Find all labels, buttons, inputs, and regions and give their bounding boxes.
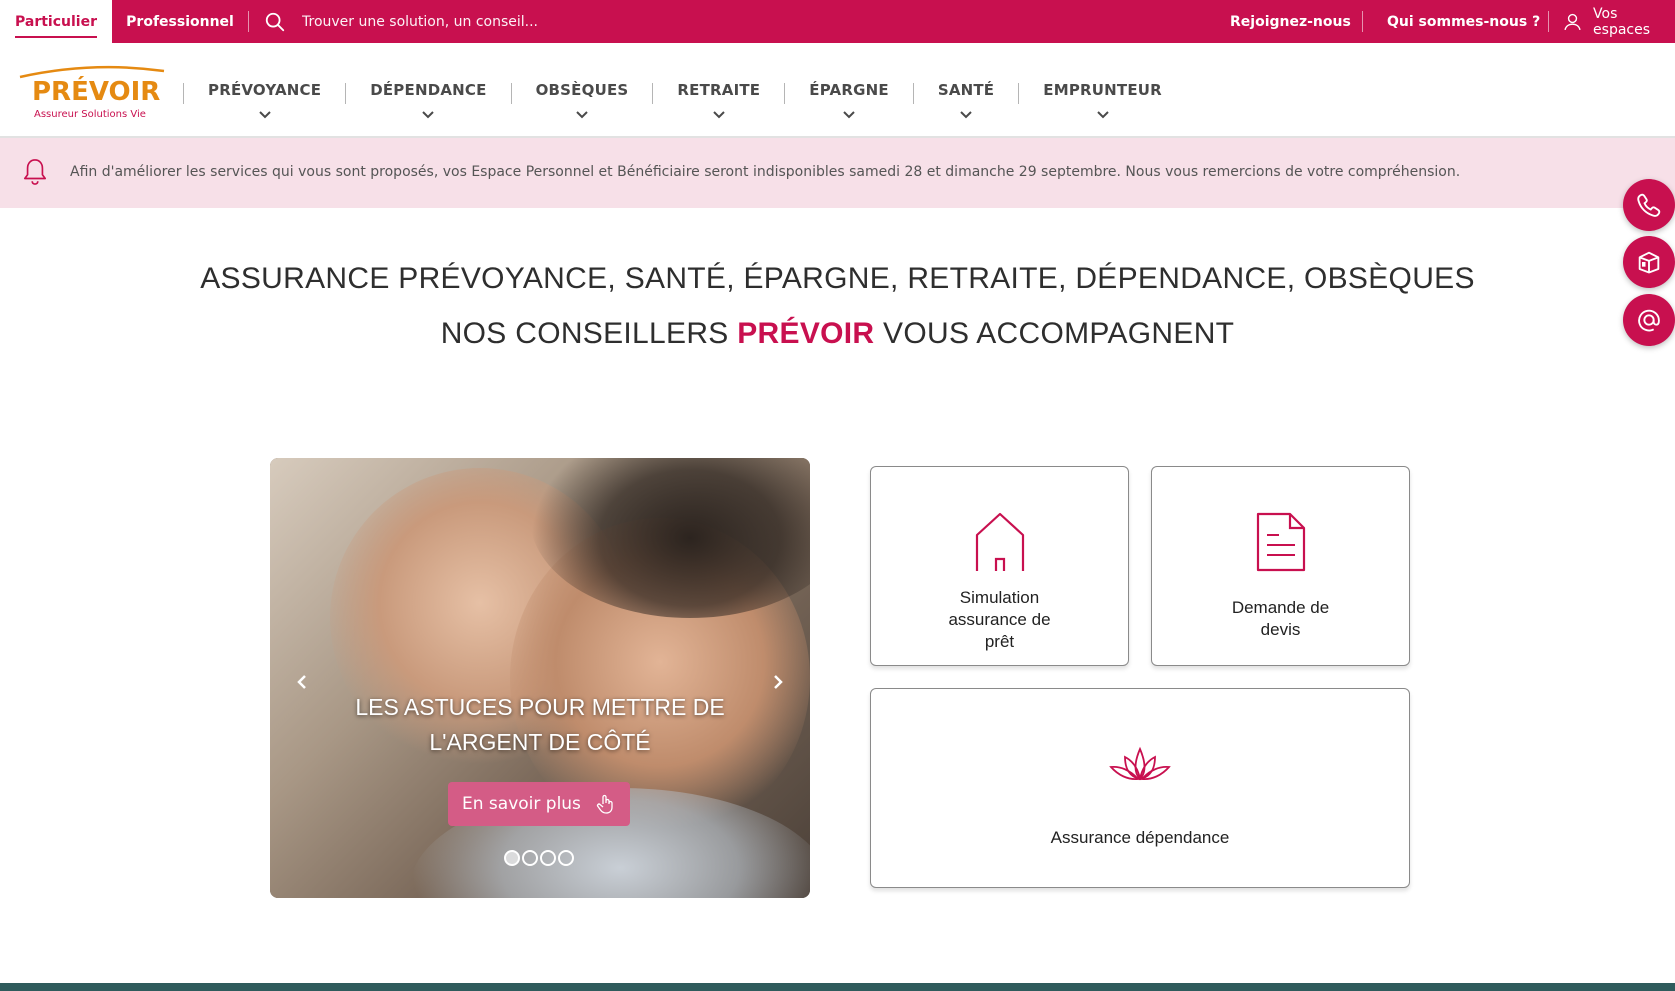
card-label-line: assurance de: [948, 610, 1051, 629]
logo-subtitle: Assureur Solutions Vie: [34, 109, 146, 120]
logo-wordmark: PRÉVOIR: [32, 77, 161, 107]
card-label-line: Simulation: [959, 588, 1040, 607]
search-input[interactable]: [302, 13, 662, 30]
tab-particulier[interactable]: Particulier: [0, 0, 112, 43]
en-savoir-plus-button[interactable]: En savoir plus: [448, 782, 630, 826]
vos-espaces-link[interactable]: Vos espaces: [1562, 0, 1675, 43]
chevron-down-icon: [576, 111, 588, 119]
promo-carousel[interactable]: LES ASTUCES POUR METTRE DE L'ARGENT DE C…: [270, 458, 810, 898]
nav-item-dependance[interactable]: DÉPENDANCE: [346, 43, 510, 136]
alert-message: Afin d'améliorer les services qui vous s…: [70, 164, 1461, 180]
carousel-title-line: L'ARGENT DE CÔTÉ: [429, 729, 651, 755]
nav-item-label: RETRAITE: [677, 81, 761, 99]
nav-item-retraite[interactable]: RETRAITE: [653, 43, 784, 136]
carousel-dot[interactable]: [540, 850, 556, 866]
carousel-title: LES ASTUCES POUR METTRE DE L'ARGENT DE C…: [270, 690, 810, 760]
qui-sommes-nous-link[interactable]: Qui sommes-nous ?: [1387, 0, 1540, 43]
chevron-left-icon: [297, 675, 306, 689]
nav-item-label: SANTÉ: [937, 81, 995, 99]
nav-item-prevoyance[interactable]: PRÉVOYANCE: [184, 43, 345, 136]
nav-item-sante[interactable]: SANTÉ: [914, 43, 1018, 136]
nav-item-epargne[interactable]: ÉPARGNE: [785, 43, 913, 136]
nav-item-label: OBSÈQUES: [535, 81, 629, 99]
main-header: PRÉVOIR Assureur Solutions Vie PRÉVOYANC…: [0, 43, 1675, 138]
phone-button[interactable]: [1623, 179, 1675, 231]
chevron-down-icon: [960, 111, 972, 119]
card-demande-devis[interactable]: Demande de devis: [1151, 466, 1410, 666]
carousel-dots: [504, 850, 574, 866]
card-label-line: Demande de: [1231, 598, 1330, 617]
chevron-down-icon: [258, 111, 271, 119]
phone-icon: [1637, 193, 1661, 217]
cta-label: En savoir plus: [462, 794, 581, 814]
chevron-down-icon: [422, 111, 435, 119]
vos-espaces-label: Vos espaces: [1593, 5, 1651, 38]
card-assurance-dependance[interactable]: Assurance dépendance: [870, 688, 1410, 888]
nav-item-obseques[interactable]: OBSÈQUES: [512, 43, 653, 136]
prevoir-logo[interactable]: PRÉVOIR Assureur Solutions Vie: [18, 63, 166, 123]
chevron-down-icon: [1096, 111, 1109, 119]
headline-line-1: ASSURANCE PRÉVOYANCE, SANTÉ, ÉPARGNE, RE…: [200, 262, 1475, 295]
main-nav: PRÉVOYANCE DÉPENDANCE OBSÈQUES RETRAITE …: [183, 43, 1186, 136]
tab-particulier-label: Particulier: [15, 14, 97, 38]
house-icon: [975, 512, 1024, 571]
pointer-hand-icon: [596, 794, 613, 814]
document-icon: [1256, 512, 1305, 572]
chevron-down-icon: [713, 111, 725, 119]
nav-item-label: ÉPARGNE: [809, 81, 889, 99]
nav-item-label: DÉPENDANCE: [370, 81, 487, 99]
search-icon[interactable]: [264, 11, 286, 33]
headline-line-2: NOS CONSEILLERS PRÉVOIR VOUS ACCOMPAGNEN…: [0, 317, 1675, 351]
headline-post: VOUS ACCOMPAGNENT: [883, 317, 1235, 350]
card-label: Assurance dépendance: [1050, 828, 1230, 847]
nav-item-emprunteur[interactable]: EMPRUNTEUR: [1019, 43, 1186, 136]
alert-banner: Afin d'améliorer les services qui vous s…: [0, 138, 1675, 208]
carousel-dot[interactable]: [522, 850, 538, 866]
divider: [1548, 11, 1549, 32]
card-label: Demande de devis: [1232, 597, 1329, 641]
carousel-dot[interactable]: [558, 850, 574, 866]
rejoignez-nous-link[interactable]: Rejoignez-nous: [1230, 0, 1351, 43]
card-simulation-pret[interactable]: Simulation assurance de prêt: [870, 466, 1129, 666]
tab-professionnel[interactable]: Professionnel: [112, 0, 248, 43]
carousel-title-line: LES ASTUCES POUR METTRE DE: [355, 694, 725, 720]
card-label: Simulation assurance de prêt: [948, 587, 1050, 653]
carousel-dot[interactable]: [504, 850, 520, 866]
chevron-right-icon: [774, 675, 783, 689]
headline-pre: NOS CONSEILLERS: [440, 317, 729, 350]
divider: [1362, 11, 1363, 32]
chevron-down-icon: [843, 111, 855, 119]
bell-icon: [23, 159, 47, 185]
card-label-line: devis: [1260, 620, 1301, 639]
search-bar[interactable]: [264, 0, 662, 43]
nav-item-label: PRÉVOYANCE: [208, 81, 322, 99]
nav-item-label: EMPRUNTEUR: [1043, 81, 1162, 99]
headline-brand: PRÉVOIR: [737, 317, 875, 350]
divider: [248, 11, 249, 32]
card-label-line: prêt: [984, 632, 1015, 651]
user-icon: [1564, 13, 1581, 30]
top-bar: Particulier Professionnel Rejoignez-nous…: [0, 0, 1675, 43]
footer-strip: [0, 983, 1675, 991]
lotus-icon: [1109, 746, 1171, 781]
